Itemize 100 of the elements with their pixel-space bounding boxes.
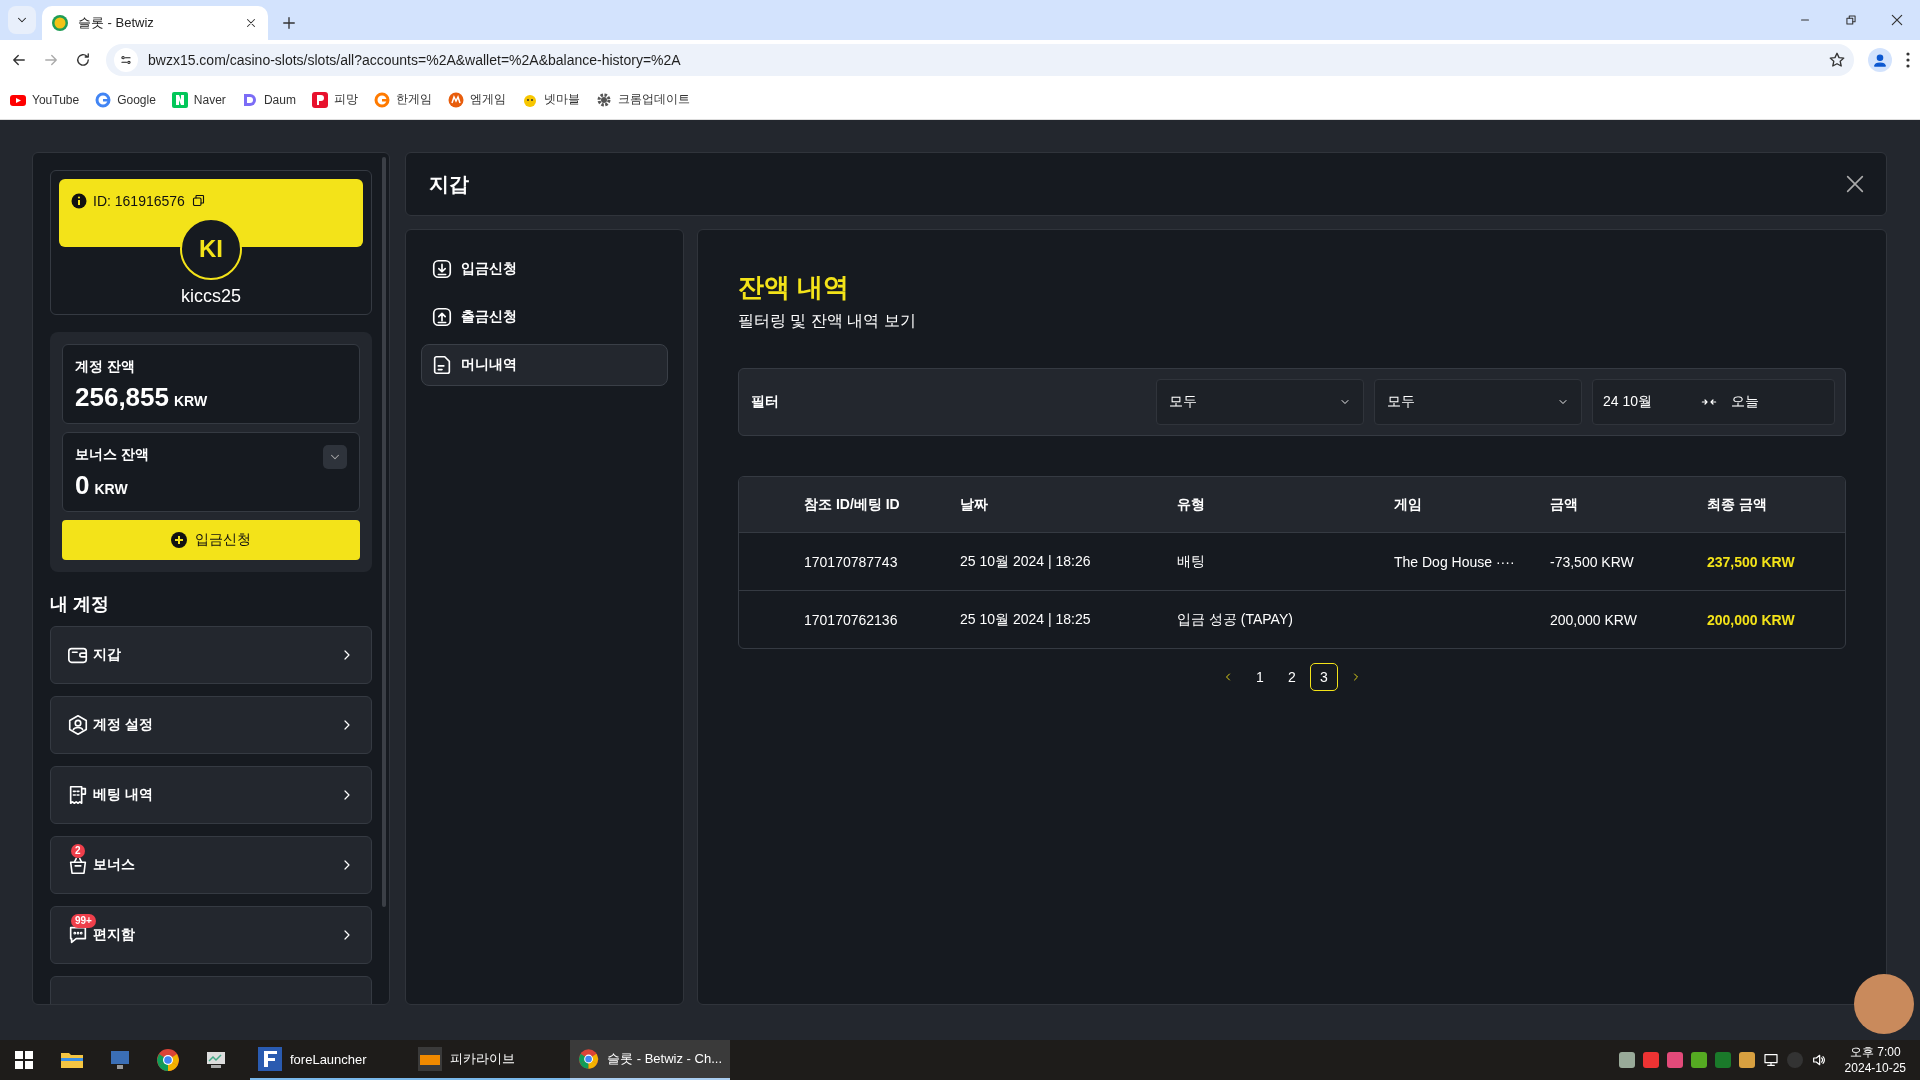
table-cell-text: 170170762136 [804, 611, 899, 628]
bookmark-link[interactable]: Naver [171, 91, 226, 108]
table-cell-text: 237,500 KRW [1707, 553, 1796, 570]
section-title: 내 계정 [50, 593, 110, 616]
notification-badge: 99+ [71, 914, 96, 928]
tray-icon[interactable] [1666, 1052, 1683, 1068]
column-header: 최종 금액 [1707, 495, 1768, 514]
taskbar-app[interactable]: 슬롯 - Betwiz - Ch... [570, 1040, 730, 1080]
bookmark-star-button[interactable] [1828, 51, 1846, 69]
table-cell-text: 입금 성공 (TAPAY) [1177, 610, 1294, 629]
bookmark-link[interactable]: 피망 [311, 91, 358, 108]
table-cell-text: -73,500 KRW [1550, 553, 1635, 570]
tray-icon[interactable] [1642, 1052, 1659, 1068]
filter-dropdown[interactable]: 모두 [1156, 379, 1364, 425]
wallet-title: 지갑 [429, 171, 469, 197]
bookmark-link[interactable]: 크롬업데이트 [595, 91, 690, 108]
star-icon [1828, 51, 1846, 69]
tab-title: 슬롯 - Betwiz [78, 14, 155, 32]
reload-button[interactable] [74, 51, 92, 69]
gear-icon [595, 91, 612, 108]
wallet-menu-item[interactable]: 입금신청 [421, 248, 668, 290]
table-cell-text: 25 10월 2024 | 18:25 [960, 610, 1092, 629]
column-header: 유형 [1177, 495, 1206, 514]
bookmark-link[interactable]: YouTube [10, 91, 80, 108]
filter-dropdown[interactable]: 모두 [1374, 379, 1582, 425]
page-button[interactable]: 2 [1278, 663, 1306, 691]
tray-icon[interactable] [1690, 1052, 1707, 1068]
close-icon [1889, 12, 1905, 28]
d-shape-icon [241, 91, 258, 108]
table-cell-text: The Dog House ···· [1394, 553, 1516, 570]
pica-logo-icon [418, 1047, 442, 1071]
tray-icon[interactable] [1618, 1052, 1635, 1068]
avatar-initials: KI [180, 218, 242, 280]
account-menu-item[interactable]: 2 보너스 [50, 836, 372, 894]
close-tab-button[interactable] [244, 16, 258, 30]
balance-amount: 256,855 [75, 382, 169, 413]
tray-icon[interactable] [1714, 1052, 1731, 1068]
account-menu-item[interactable]: 베팅 내역 [50, 766, 372, 824]
f-logo-icon [258, 1047, 282, 1071]
address-bar[interactable]: bwzx15.com/casino-slots/slots/all?accounts=%2A&wallet=%2A&balance-history=%2A [106, 44, 1854, 76]
download-icon [431, 258, 453, 280]
filter-label: 필터 [751, 393, 780, 411]
chrome-icon [578, 1047, 600, 1071]
date-range-field[interactable]: 24 10월 오늘 [1592, 379, 1835, 425]
upload-icon [431, 306, 453, 328]
page-subtitle: 필터링 및 잔액 내역 보기 [738, 311, 917, 331]
bookmark-link[interactable]: 넷마블 [521, 91, 580, 108]
bookmark-link[interactable]: 한게임 [373, 91, 432, 108]
notification-badge: 2 [71, 844, 85, 858]
n-square-icon [171, 91, 188, 108]
monitor-icon [109, 1049, 131, 1071]
account-menu-item[interactable]: 지갑 [50, 626, 372, 684]
column-header: 게임 [1394, 495, 1423, 514]
bookmark-link[interactable]: Google [95, 91, 156, 108]
support-avatar[interactable] [1854, 974, 1914, 1034]
monitor-chart-icon [205, 1050, 227, 1070]
close-icon [244, 16, 258, 30]
username: kiccs25 [181, 286, 241, 307]
new-tab-button[interactable] [280, 14, 298, 32]
account-menu-item[interactable]: 99+ 편지함 [50, 906, 372, 964]
close-icon [1844, 173, 1866, 195]
copy-button[interactable] [190, 193, 206, 208]
page-heading: 잔액 내역 [738, 271, 851, 304]
column-header: 날짜 [960, 495, 989, 514]
taskbar-app[interactable]: 피카라이브 [410, 1040, 570, 1080]
currency-label: KRW [94, 481, 128, 497]
scrollbar[interactable] [382, 157, 386, 907]
deposit-button[interactable]: 입금신청 [62, 520, 360, 560]
network-icon [1762, 1052, 1779, 1068]
page-button[interactable]: 1 [1246, 663, 1274, 691]
copy-icon [190, 193, 206, 208]
browser-tab[interactable]: 슬롯 - Betwiz [42, 6, 268, 40]
g-letter-icon [373, 91, 390, 108]
g-letter-icon [95, 91, 112, 108]
bookmark-link[interactable]: Daum [241, 91, 296, 108]
balance-amount: 0 [75, 470, 90, 501]
table-cell-text: 200,000 KRW [1707, 611, 1796, 628]
circle-logo-icon [447, 91, 464, 108]
table-cell-text: 200,000 KRW [1550, 611, 1638, 628]
table-cell-text: 배팅 [1177, 552, 1206, 571]
expand-button[interactable] [323, 445, 347, 469]
wallet-menu-item[interactable]: 머니내역 [421, 344, 668, 386]
speaker-icon [1810, 1052, 1827, 1068]
table-cell-text: 170170787743 [804, 553, 899, 570]
plus-circle-icon [171, 532, 187, 548]
account-menu-item[interactable]: 계정 설정 [50, 696, 372, 754]
menu-button[interactable] [1906, 52, 1910, 68]
chrome-icon [156, 1048, 180, 1072]
b-logo-icon [52, 15, 68, 31]
bookmark-link[interactable]: 엠게임 [447, 91, 506, 108]
user-id-text: ID: 161916576 [93, 193, 185, 209]
profile-button[interactable] [1868, 48, 1892, 72]
taskbar-clock[interactable]: 오후 7:00 2024-10-25 [1844, 1044, 1906, 1076]
tray-icon[interactable] [1738, 1052, 1755, 1068]
column-header: 참조 ID/베팅 ID [804, 495, 901, 514]
taskbar-app[interactable]: foreLauncher [250, 1040, 410, 1080]
restore-icon [1844, 13, 1858, 27]
page-button[interactable]: 3 [1310, 663, 1338, 691]
close-button[interactable] [1844, 173, 1866, 195]
wallet-menu-item[interactable]: 출금신청 [421, 296, 668, 338]
